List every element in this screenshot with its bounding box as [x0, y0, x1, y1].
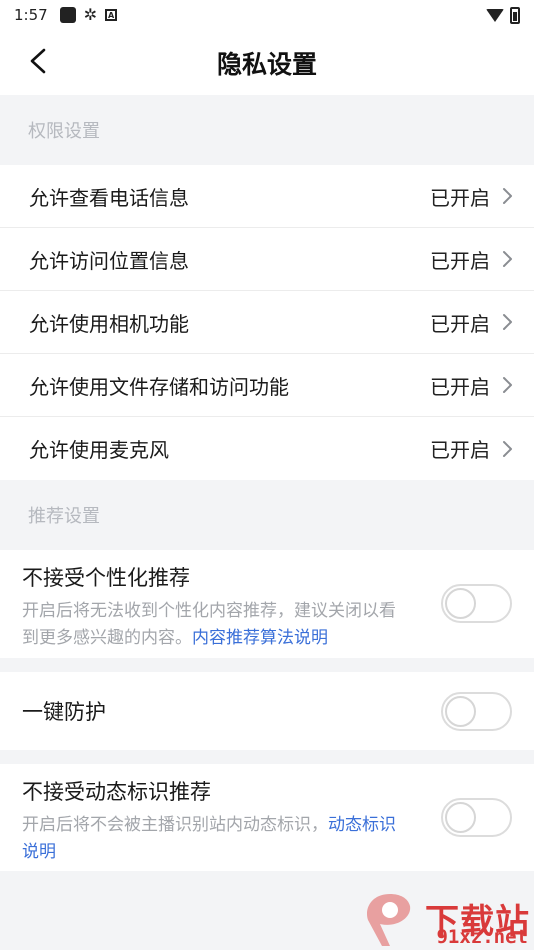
- one-key-toggle[interactable]: [441, 692, 512, 731]
- chevron-right-icon: [503, 377, 512, 393]
- permission-status: 已开启: [430, 248, 490, 273]
- divider: [0, 750, 534, 764]
- divider: [0, 658, 534, 672]
- toggle-knob: [445, 588, 476, 619]
- status-notification-icons: ✲ A: [59, 5, 118, 24]
- permission-label: 允许使用相机功能: [29, 311, 189, 336]
- setting-card-dynamic: 不接受动态标识推荐 开启后将不会被主播识别站内动态标识，动态标识说明: [0, 764, 534, 871]
- battery-icon: [510, 6, 520, 24]
- status-time: 1:57: [14, 6, 48, 24]
- chevron-right-icon: [503, 251, 512, 267]
- toggle-knob: [445, 696, 476, 727]
- section-label-recommend: 推荐设置: [0, 480, 534, 550]
- watermark-logo-icon: [366, 894, 411, 946]
- watermark-url: 91xz.net: [436, 926, 528, 948]
- chevron-right-icon: [503, 314, 512, 330]
- wifi-icon: [486, 8, 504, 22]
- permission-label: 允许使用麦克风: [29, 438, 169, 462]
- app-notification-icon: [59, 7, 76, 23]
- setting-description: 开启后将不会被主播识别站内动态标识，动态标识说明: [22, 812, 412, 866]
- toggle-knob: [445, 802, 476, 833]
- permission-label: 允许使用文件存储和访问功能: [29, 374, 289, 399]
- status-bar: 1:57 ✲ A: [0, 0, 534, 30]
- back-button[interactable]: [22, 45, 54, 77]
- dynamic-toggle[interactable]: [441, 798, 512, 837]
- personalized-toggle[interactable]: [441, 584, 512, 623]
- permission-row-location[interactable]: 允许访问位置信息 已开启: [0, 228, 534, 291]
- permission-row-phone[interactable]: 允许查看电话信息 已开启: [0, 165, 534, 228]
- permission-status: 已开启: [430, 185, 490, 210]
- permission-row-camera[interactable]: 允许使用相机功能 已开启: [0, 291, 534, 354]
- setting-title: 一键防护: [22, 700, 106, 724]
- permissions-list: 允许查看电话信息 已开启 允许访问位置信息 已开启 允许使用相机功能 已开启 允…: [0, 165, 534, 480]
- permission-label: 允许查看电话信息: [29, 185, 189, 210]
- setting-description-text: 开启后将不会被主播识别站内动态标识，: [22, 815, 328, 835]
- algorithm-explanation-link[interactable]: 内容推荐算法说明: [192, 628, 328, 648]
- chevron-right-icon: [503, 440, 512, 457]
- setting-card-personalized: 不接受个性化推荐 开启后将无法收到个性化内容推荐，建议关闭以看到更多感兴趣的内容…: [0, 550, 534, 658]
- permission-row-microphone[interactable]: 允许使用麦克风 已开启: [0, 417, 534, 480]
- top-app-bar: 隐私设置: [0, 30, 534, 95]
- permission-status: 已开启: [430, 311, 490, 336]
- section-label-permissions: 权限设置: [0, 95, 534, 165]
- permission-row-storage[interactable]: 允许使用文件存储和访问功能 已开启: [0, 354, 534, 417]
- setting-card-one-key: 一键防护: [0, 672, 534, 750]
- page-title: 隐私设置: [216, 49, 317, 79]
- permission-status: 已开启: [430, 374, 490, 399]
- chevron-right-icon: [503, 188, 512, 204]
- settings-notification-icon: ✲: [83, 5, 98, 24]
- setting-description: 开启后将无法收到个性化内容推荐，建议关闭以看到更多感兴趣的内容。内容推荐算法说明: [22, 598, 412, 652]
- permission-label: 允许访问位置信息: [29, 248, 189, 273]
- permission-status: 已开启: [430, 438, 490, 462]
- watermark: 下载站 91xz.net: [360, 890, 530, 950]
- setting-title: 不接受动态标识推荐: [22, 780, 211, 804]
- back-arrow-icon: [30, 48, 46, 74]
- setting-title: 不接受个性化推荐: [22, 566, 190, 590]
- a-notification-icon: A: [105, 9, 118, 21]
